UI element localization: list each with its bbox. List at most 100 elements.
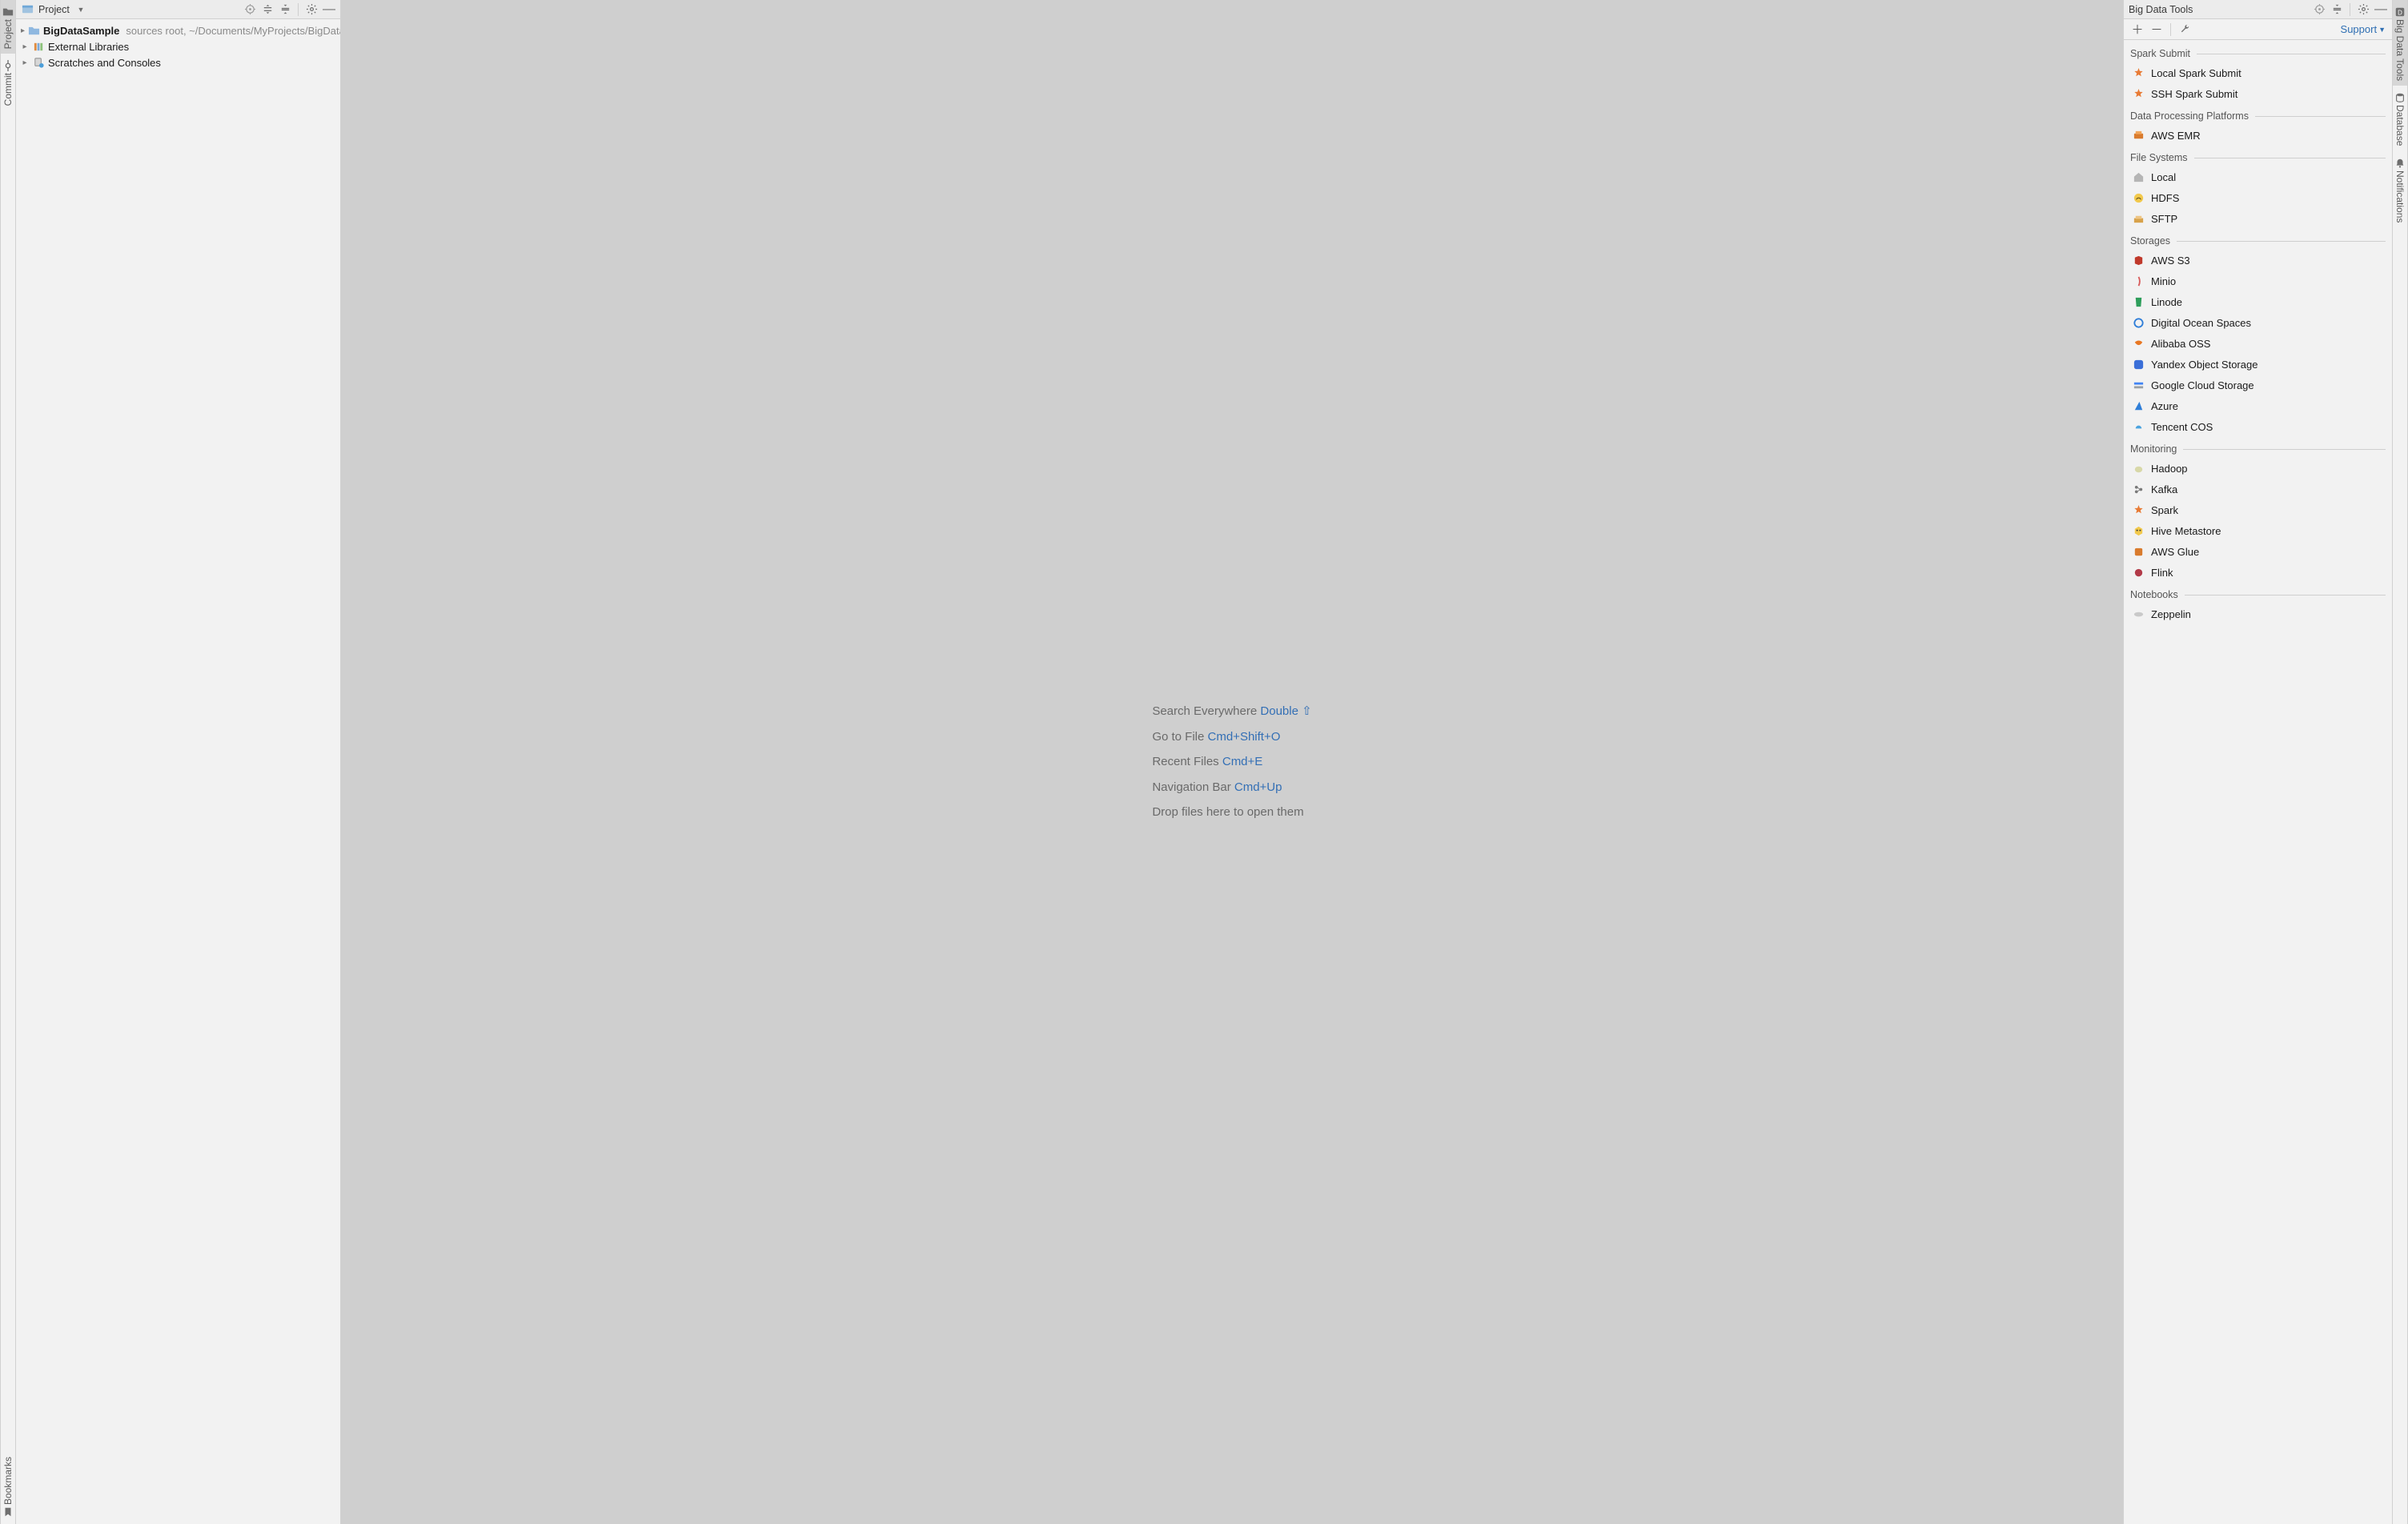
bdt-connection-item[interactable]: AWS EMR [2130,125,2386,146]
bdt-connection-item[interactable]: Linode [2130,291,2386,312]
hint-recent-label: Recent Files [1152,755,1218,768]
bdt-section: MonitoringHadoopKafkaSparkHive Metastore… [2130,443,2386,583]
chevron-right-icon[interactable]: ▸ [21,58,29,67]
hide-icon[interactable]: — [323,3,335,16]
bdt-connection-item[interactable]: AWS S3 [2130,250,2386,271]
svg-text:D: D [2398,10,2402,17]
home-icon [2132,170,2145,183]
collapse-all-icon[interactable] [2330,3,2343,16]
strip-commit[interactable]: Commit [1,54,15,110]
right-tool-strip: D Big Data Tools Database Notifications [2392,0,2408,1524]
project-tool-window: Project ▼ — ▸ BigDataSample sources root… [16,0,341,1524]
tree-root-hint: sources root, ~/Documents/MyProjects/Big… [126,25,340,37]
hint-drop-text: Drop files here to open them [1152,800,1311,825]
bdt-section: Data Processing Platforms AWS EMR [2130,110,2386,146]
s3-icon [2132,254,2145,267]
bdt-section-title: Notebooks [2130,589,2178,600]
bdt-section-header: Storages [2130,235,2386,247]
bdt-item-label: Yandex Object Storage [2151,359,2258,371]
bdt-connection-item[interactable]: Hadoop [2130,458,2386,479]
locate-icon[interactable] [243,3,256,16]
bdt-item-label: Minio [2151,275,2176,287]
strip-bookmarks[interactable]: Bookmarks [1,1452,15,1524]
tree-root-row[interactable]: ▸ BigDataSample sources root, ~/Document… [16,22,340,38]
divider-line [2183,449,2386,450]
hint-gotofile-key: Cmd+Shift+O [1208,730,1281,744]
locate-icon[interactable] [2313,3,2326,16]
bdt-connection-item[interactable]: HDFS [2130,187,2386,208]
glue-icon [2132,545,2145,558]
bdt-item-label: SSH Spark Submit [2151,88,2237,100]
kafka-icon [2132,483,2145,495]
bdt-connections-list: Spark Submit Local Spark Submit SSH Spark … [2124,40,2392,1524]
alibaba-icon [2132,337,2145,350]
bdt-section-header: Data Processing Platforms [2130,110,2386,122]
bdt-section-header: Spark Submit [2130,48,2386,59]
strip-project[interactable]: Project [1,0,15,54]
bdt-connection-item[interactable]: SSH Spark Submit [2130,83,2386,104]
support-link-label: Support [2341,23,2378,35]
commit-icon [2,60,14,71]
collapse-all-icon[interactable] [279,3,291,16]
hide-icon[interactable]: — [2374,3,2387,16]
gear-icon[interactable] [305,3,318,16]
bdt-connection-item[interactable]: Google Cloud Storage [2130,375,2386,395]
module-source-folder-icon [28,24,40,37]
hint-nav-key: Cmd+Up [1234,780,1282,794]
expand-all-icon[interactable] [261,3,274,16]
strip-big-data-tools[interactable]: D Big Data Tools [2393,0,2407,86]
bdt-item-label: Local [2151,171,2176,183]
tree-ext-libs-row[interactable]: ▸ External Libraries [16,38,340,54]
yandex-icon [2132,358,2145,371]
left-tool-strip: Project Commit Bookmarks [0,0,16,1524]
bdt-title: Big Data Tools [2129,4,2193,15]
bdt-connection-item[interactable]: Flink [2130,562,2386,583]
hint-search-label: Search Everywhere [1152,704,1257,718]
chevron-right-icon[interactable]: ▸ [21,42,29,51]
bdt-connection-item[interactable]: Hive Metastore [2130,520,2386,541]
bdt-connection-item[interactable]: Minio [2130,271,2386,291]
tencent-icon [2132,420,2145,433]
bdt-connection-item[interactable]: Local Spark Submit [2130,62,2386,83]
libraries-icon [32,40,45,53]
remove-icon[interactable]: － [2149,22,2164,37]
strip-database-label: Database [2394,105,2406,146]
bdt-connection-item[interactable]: SFTP [2130,208,2386,229]
bdt-connection-item[interactable]: Local [2130,166,2386,187]
emr-icon [2132,129,2145,142]
bdt-item-label: AWS Glue [2151,546,2199,558]
hint-recent-key: Cmd+E [1222,755,1262,768]
zeppelin-icon [2132,608,2145,620]
hint-gotofile-label: Go to File [1152,730,1204,744]
tree-scratches-row[interactable]: ▸ Scratches and Consoles [16,54,340,70]
strip-notifications[interactable]: Notifications [2393,151,2407,227]
big-data-tools-icon: D [2394,6,2406,18]
bdt-connection-item[interactable]: Tencent COS [2130,416,2386,437]
bdt-connection-item[interactable]: Kafka [2130,479,2386,499]
bdt-connection-item[interactable]: Azure [2130,395,2386,416]
bdt-section-title: Storages [2130,235,2170,247]
gear-icon[interactable] [2357,3,2370,16]
chevron-right-icon[interactable]: ▸ [21,26,25,35]
bdt-connection-item[interactable]: Alibaba OSS [2130,333,2386,354]
view-mode-dropdown[interactable]: ▼ [74,3,87,16]
support-link[interactable]: Support ▼ [2341,23,2386,35]
strip-database[interactable]: Database [2393,86,2407,150]
editor-empty-area[interactable]: Search Everywhere Double ⇧ Go to File Cm… [341,0,2123,1524]
minio-icon [2132,275,2145,287]
bdt-connection-item[interactable]: AWS Glue [2130,541,2386,562]
project-tree[interactable]: ▸ BigDataSample sources root, ~/Document… [16,19,340,74]
bdt-connection-item[interactable]: Yandex Object Storage [2130,354,2386,375]
bdt-connection-item[interactable]: Zeppelin [2130,604,2386,624]
big-data-tools-tool-window: Big Data Tools — ＋ － Support ▼ Spark Sub… [2123,0,2392,1524]
scratches-icon [32,56,45,69]
add-icon[interactable]: ＋ [2130,22,2145,37]
tree-ext-libs-label: External Libraries [48,41,129,53]
sftp-icon [2132,212,2145,225]
strip-bdt-label: Big Data Tools [2394,19,2406,81]
bdt-connection-item[interactable]: Spark [2130,499,2386,520]
spark-icon [2132,66,2145,79]
divider-line [2185,595,2386,596]
wrench-icon[interactable] [2177,22,2192,37]
bdt-connection-item[interactable]: Digital Ocean Spaces [2130,312,2386,333]
